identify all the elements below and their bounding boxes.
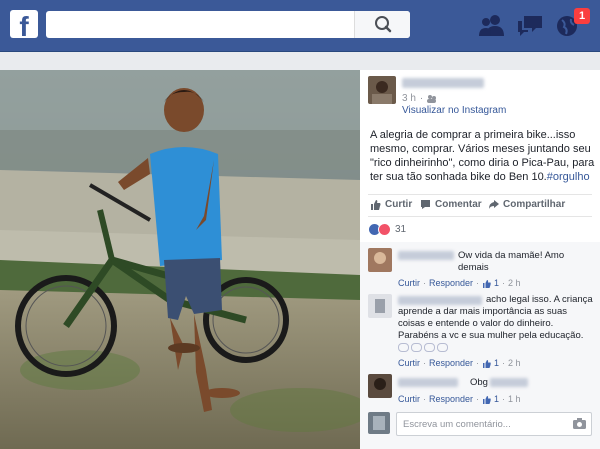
audience-icon[interactable] — [427, 94, 437, 103]
post-time[interactable]: 3 h — [402, 93, 416, 104]
boy-on-bike-photo — [0, 70, 360, 449]
share-button[interactable]: Compartilhar — [488, 199, 565, 210]
comment-like-link[interactable]: Curtir — [398, 358, 420, 368]
comment-input[interactable]: Escreva um comentário... — [396, 412, 592, 436]
share-icon — [489, 200, 499, 209]
comment-text: Ow vida da mamãe! Amo demais — [458, 250, 565, 273]
comment-time[interactable]: 1 h — [508, 394, 521, 404]
notification-badge: 1 — [574, 8, 590, 24]
post-sidebar: 3 h · Visualizar no Instagram A alegria … — [360, 70, 600, 449]
reaction-count: 31 — [395, 224, 407, 235]
commenter-name-redacted[interactable] — [398, 378, 458, 387]
current-user-avatar — [368, 412, 390, 434]
comment-reply-link[interactable]: Responder — [429, 278, 473, 288]
post-hashtag[interactable]: #orgulho — [547, 171, 590, 183]
emoji-icon — [411, 343, 422, 352]
like-label: Curtir — [385, 199, 413, 210]
comment-time[interactable]: 2 h — [508, 278, 521, 288]
like-button[interactable]: Curtir — [370, 199, 412, 210]
friends-icon[interactable] — [478, 14, 506, 36]
view-on-instagram-link[interactable]: Visualizar no Instagram — [402, 105, 506, 116]
commenter-name-redacted[interactable] — [398, 251, 454, 260]
thumbs-up-icon — [483, 395, 491, 404]
commenter-avatar-image — [368, 248, 392, 272]
comment-meta: Curtir · Responder · 1 · 2 h — [398, 358, 521, 368]
emoji-row — [398, 343, 448, 352]
comment-like-count[interactable]: 1 — [494, 278, 499, 288]
divider — [368, 194, 592, 195]
comment-meta: Curtir · Responder · 1 · 2 h — [398, 278, 521, 288]
comments-section: Ow vida da mamãe! Amo demais Curtir · Res… — [360, 242, 600, 449]
comment-text: acho legal isso. A criança aprende a dar… — [398, 294, 593, 341]
comment-input-placeholder: Escreva um comentário... — [403, 419, 511, 430]
search-input[interactable] — [46, 11, 410, 38]
emoji-icon — [398, 343, 409, 352]
share-label: Compartilhar — [503, 199, 566, 210]
comment-reply-link[interactable]: Responder — [429, 358, 473, 368]
author-avatar-image — [368, 76, 396, 104]
search-button[interactable] — [354, 11, 410, 38]
emoji-icon — [437, 343, 448, 352]
comment-like-count[interactable]: 1 — [494, 358, 499, 368]
camera-icon[interactable] — [573, 418, 586, 429]
comment-time[interactable]: 2 h — [508, 358, 521, 368]
thumbs-up-icon — [483, 359, 491, 368]
comment-like-count[interactable]: 1 — [494, 394, 499, 404]
commenter-avatar[interactable] — [368, 294, 392, 318]
love-reaction-icon — [378, 223, 391, 236]
tagged-name-redacted[interactable] — [490, 378, 528, 387]
thumbs-up-icon — [483, 279, 491, 288]
commenter-avatar[interactable] — [368, 248, 392, 272]
comment-text: Obg — [470, 377, 488, 388]
search-icon — [375, 16, 392, 33]
messages-icon[interactable] — [516, 14, 544, 36]
post-text: A alegria de comprar a primeira bike...i… — [370, 128, 595, 184]
divider — [368, 216, 592, 217]
post-timestamp-row: 3 h · — [402, 93, 437, 104]
commenter-avatar-image — [368, 374, 392, 398]
current-user-avatar-image — [368, 412, 390, 434]
top-navigation-bar: f 1 — [0, 0, 600, 52]
dot-separator: · — [419, 93, 424, 104]
post-photo[interactable] — [0, 70, 360, 449]
emoji-icon — [424, 343, 435, 352]
comment-reply-link[interactable]: Responder — [429, 394, 473, 404]
page-background — [0, 52, 600, 70]
comment-like-link[interactable]: Curtir — [398, 278, 420, 288]
commenter-avatar[interactable] — [368, 374, 392, 398]
comment-icon — [421, 200, 430, 209]
comment-button[interactable]: Comentar — [420, 199, 482, 210]
comment-label: Comentar — [435, 199, 482, 210]
thumbs-up-icon — [371, 200, 381, 210]
commenter-avatar-image — [368, 294, 392, 318]
author-avatar[interactable] — [368, 76, 396, 104]
comment-meta: Curtir · Responder · 1 · 1 h — [398, 394, 521, 404]
facebook-logo[interactable]: f — [10, 10, 38, 38]
comment-like-link[interactable]: Curtir — [398, 394, 420, 404]
reactions-summary[interactable]: 31 — [368, 223, 406, 236]
author-name-redacted[interactable] — [402, 78, 484, 88]
